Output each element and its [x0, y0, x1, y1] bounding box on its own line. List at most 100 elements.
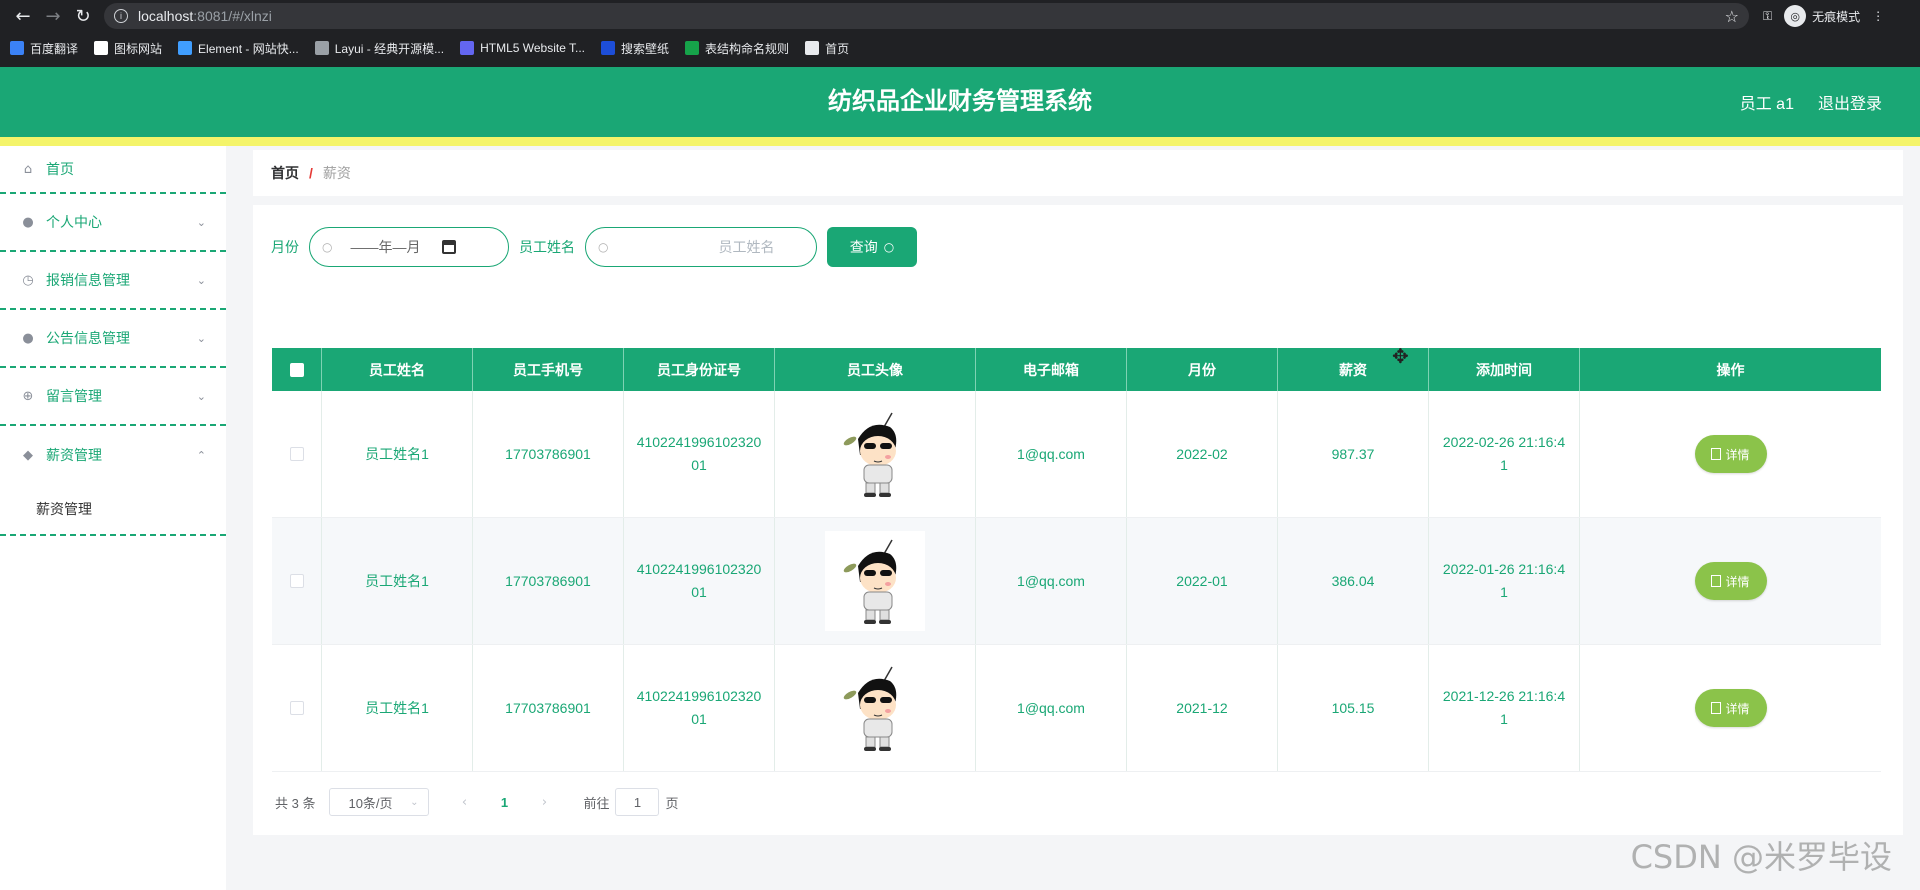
table-row: 员工姓名1 17703786901 410224199610232001 1@qq.c… [272, 645, 1881, 772]
bookmark-label: Layui - 经典开源模... [334, 41, 445, 56]
query-button[interactable]: 查询 ○ [827, 227, 917, 267]
table-header: 员工姓名 员工手机号 员工身份证号 员工头像 电子邮箱 月份 薪资 添加时间 操… [272, 348, 1881, 391]
forward-icon[interactable]: → [38, 2, 68, 30]
sidebar-item-reimbursement[interactable]: ◷ 报销信息管理 ⌄ [0, 252, 226, 310]
sidebar-item-home[interactable]: ⌂ 首页 [0, 146, 226, 194]
breadcrumb-home[interactable]: 首页 [271, 163, 299, 183]
cell-actions: 详情 [1580, 645, 1881, 771]
select-all-checkbox[interactable] [289, 362, 304, 377]
chevron-down-icon: ⌄ [196, 215, 206, 229]
home-icon: ⌂ [23, 161, 33, 177]
row-select-cell [272, 518, 322, 644]
bookmark-label: 搜索壁纸 [621, 41, 670, 56]
bookmark-favicon-icon [10, 41, 24, 55]
cell-id-card: 410224199610232001 [624, 518, 775, 644]
sidebar-subitem-salary[interactable]: 薪资管理 [0, 484, 226, 536]
added-time-text: 2022-01-26 21:16:41 [1442, 561, 1566, 600]
bookmark-item[interactable]: 百度翻译 [10, 40, 78, 57]
page-number-current[interactable]: 1 [489, 795, 519, 810]
table-body: 员工姓名1 17703786901 410224199610232001 1@qq.c… [272, 391, 1881, 772]
cell-id-card: 410224199610232001 [624, 391, 775, 517]
cell-month: 2021-12 [1127, 645, 1278, 771]
reload-icon[interactable]: ↻ [68, 2, 98, 30]
sidebar-item-salary[interactable]: ◆ 薪资管理 ⌃ [0, 426, 226, 484]
chevron-down-icon: ⌄ [410, 796, 419, 808]
sidebar-item-announcements[interactable]: ● 公告信息管理 ⌄ [0, 310, 226, 368]
bookmark-label: 百度翻译 [30, 41, 79, 56]
app-header: 纺织品企业财务管理系统 员工 a1 退出登录 [0, 67, 1920, 146]
row-checkbox[interactable] [289, 574, 304, 588]
incognito-label[interactable]: 无痕模式 [1812, 8, 1860, 25]
sidebar: ⌂ 首页 ● 个人中心 ⌄ ◷ 报销信息管理 ⌄ ● 公告信息管理 ⌄ ⊕ 留言… [0, 146, 226, 890]
breadcrumb: 首页 / 薪资 [253, 150, 1903, 196]
column-header: 电子邮箱 [976, 348, 1127, 391]
id-card-text: 410224199610232001 [636, 561, 762, 600]
cell-id-card: 410224199610232001 [624, 645, 775, 771]
row-checkbox[interactable] [289, 701, 304, 715]
salary-table: 员工姓名 员工手机号 员工身份证号 员工头像 电子邮箱 月份 薪资 添加时间 操… [272, 348, 1881, 772]
incognito-icon[interactable]: ◎ [1784, 5, 1807, 27]
bookmark-label: 表结构命名规则 [705, 41, 790, 56]
column-header: 员工身份证号 [624, 348, 775, 391]
pagination-total: 共 3 条 [275, 795, 316, 811]
next-page-icon[interactable]: › [529, 795, 559, 810]
cell-avatar [775, 391, 976, 517]
cell-avatar [775, 518, 976, 644]
bookmark-star-icon[interactable]: ☆ [1725, 7, 1739, 26]
logout-link[interactable]: 退出登录 [1818, 90, 1882, 114]
app-title: 纺织品企业财务管理系统 [828, 88, 1092, 115]
column-header: 操作 [1716, 361, 1745, 378]
column-header: 员工头像 [775, 348, 976, 391]
key-icon[interactable]: ⚿ [1763, 9, 1772, 24]
user-icon: ● [22, 330, 34, 346]
bookmark-item[interactable]: 图标网站 [94, 40, 162, 57]
bookmark-item[interactable]: 表结构命名规则 [685, 40, 789, 57]
cell-added-time: 2022-02-26 21:16:41 [1429, 391, 1580, 517]
search-icon: ○ [883, 240, 895, 254]
bookmark-favicon-icon [805, 41, 820, 55]
bookmark-item[interactable]: 搜索壁纸 [601, 40, 669, 57]
detail-button-label: 详情 [1725, 574, 1750, 589]
chevron-down-icon: ⌄ [196, 389, 206, 403]
detail-button[interactable]: 详情 [1694, 689, 1767, 727]
name-input[interactable]: ○ 员工姓名 [585, 227, 817, 267]
prev-page-icon[interactable]: ‹ [449, 795, 479, 810]
row-checkbox[interactable] [289, 447, 304, 461]
detail-button[interactable]: 详情 [1694, 562, 1767, 600]
bookmark-item[interactable]: Layui - 经典开源模... [314, 40, 445, 57]
compass-icon: ⊕ [22, 388, 34, 404]
site-info-icon[interactable]: i [114, 9, 128, 23]
bookmark-item[interactable]: Element - 网站快... [178, 40, 299, 57]
bookmark-item[interactable]: 首页 [805, 40, 849, 57]
page-goto: 前往 1 页 [583, 788, 679, 816]
clock-icon: ◷ [22, 272, 34, 288]
chevron-up-icon: ⌃ [196, 448, 206, 462]
cell-salary: 386.04 [1278, 518, 1429, 644]
name-label: 员工姓名 [519, 239, 575, 255]
goto-page-input[interactable]: 1 [615, 788, 660, 816]
month-input[interactable]: ○ ——年—月 [309, 227, 509, 267]
detail-button[interactable]: 详情 [1694, 435, 1767, 473]
bookmark-item[interactable]: HTML5 Website T... [460, 41, 585, 55]
bookmark-label: 图标网站 [114, 41, 163, 56]
cell-month: 2022-01 [1127, 518, 1278, 644]
calendar-icon[interactable] [442, 240, 457, 254]
url-path: :8081/#/xlnzi [193, 8, 272, 24]
back-icon[interactable]: ← [8, 2, 38, 30]
header-actions: 员工 a1 退出登录 [1740, 67, 1882, 137]
page-size-select[interactable]: 10条/页 ⌄ [329, 788, 430, 816]
cell-phone: 17703786901 [473, 391, 624, 517]
month-input-value: ——年—月 [350, 239, 421, 255]
sidebar-item-messages[interactable]: ⊕ 留言管理 ⌄ [0, 368, 226, 426]
avatar [825, 658, 925, 758]
added-time-text: 2022-02-26 21:16:41 [1442, 434, 1566, 473]
sidebar-item-label: 报销信息管理 [46, 272, 130, 288]
document-icon [1711, 575, 1722, 587]
bookmark-favicon-icon [314, 41, 329, 55]
cell-phone: 17703786901 [473, 645, 624, 771]
address-bar[interactable]: i localhost:8081/#/xlnzi ☆ [104, 3, 1749, 29]
name-input-placeholder: 员工姓名 [718, 239, 775, 255]
browser-menu-icon[interactable]: ⋮ [1872, 9, 1884, 23]
cell-actions: 详情 [1580, 391, 1881, 517]
sidebar-item-profile[interactable]: ● 个人中心 ⌄ [0, 194, 226, 252]
